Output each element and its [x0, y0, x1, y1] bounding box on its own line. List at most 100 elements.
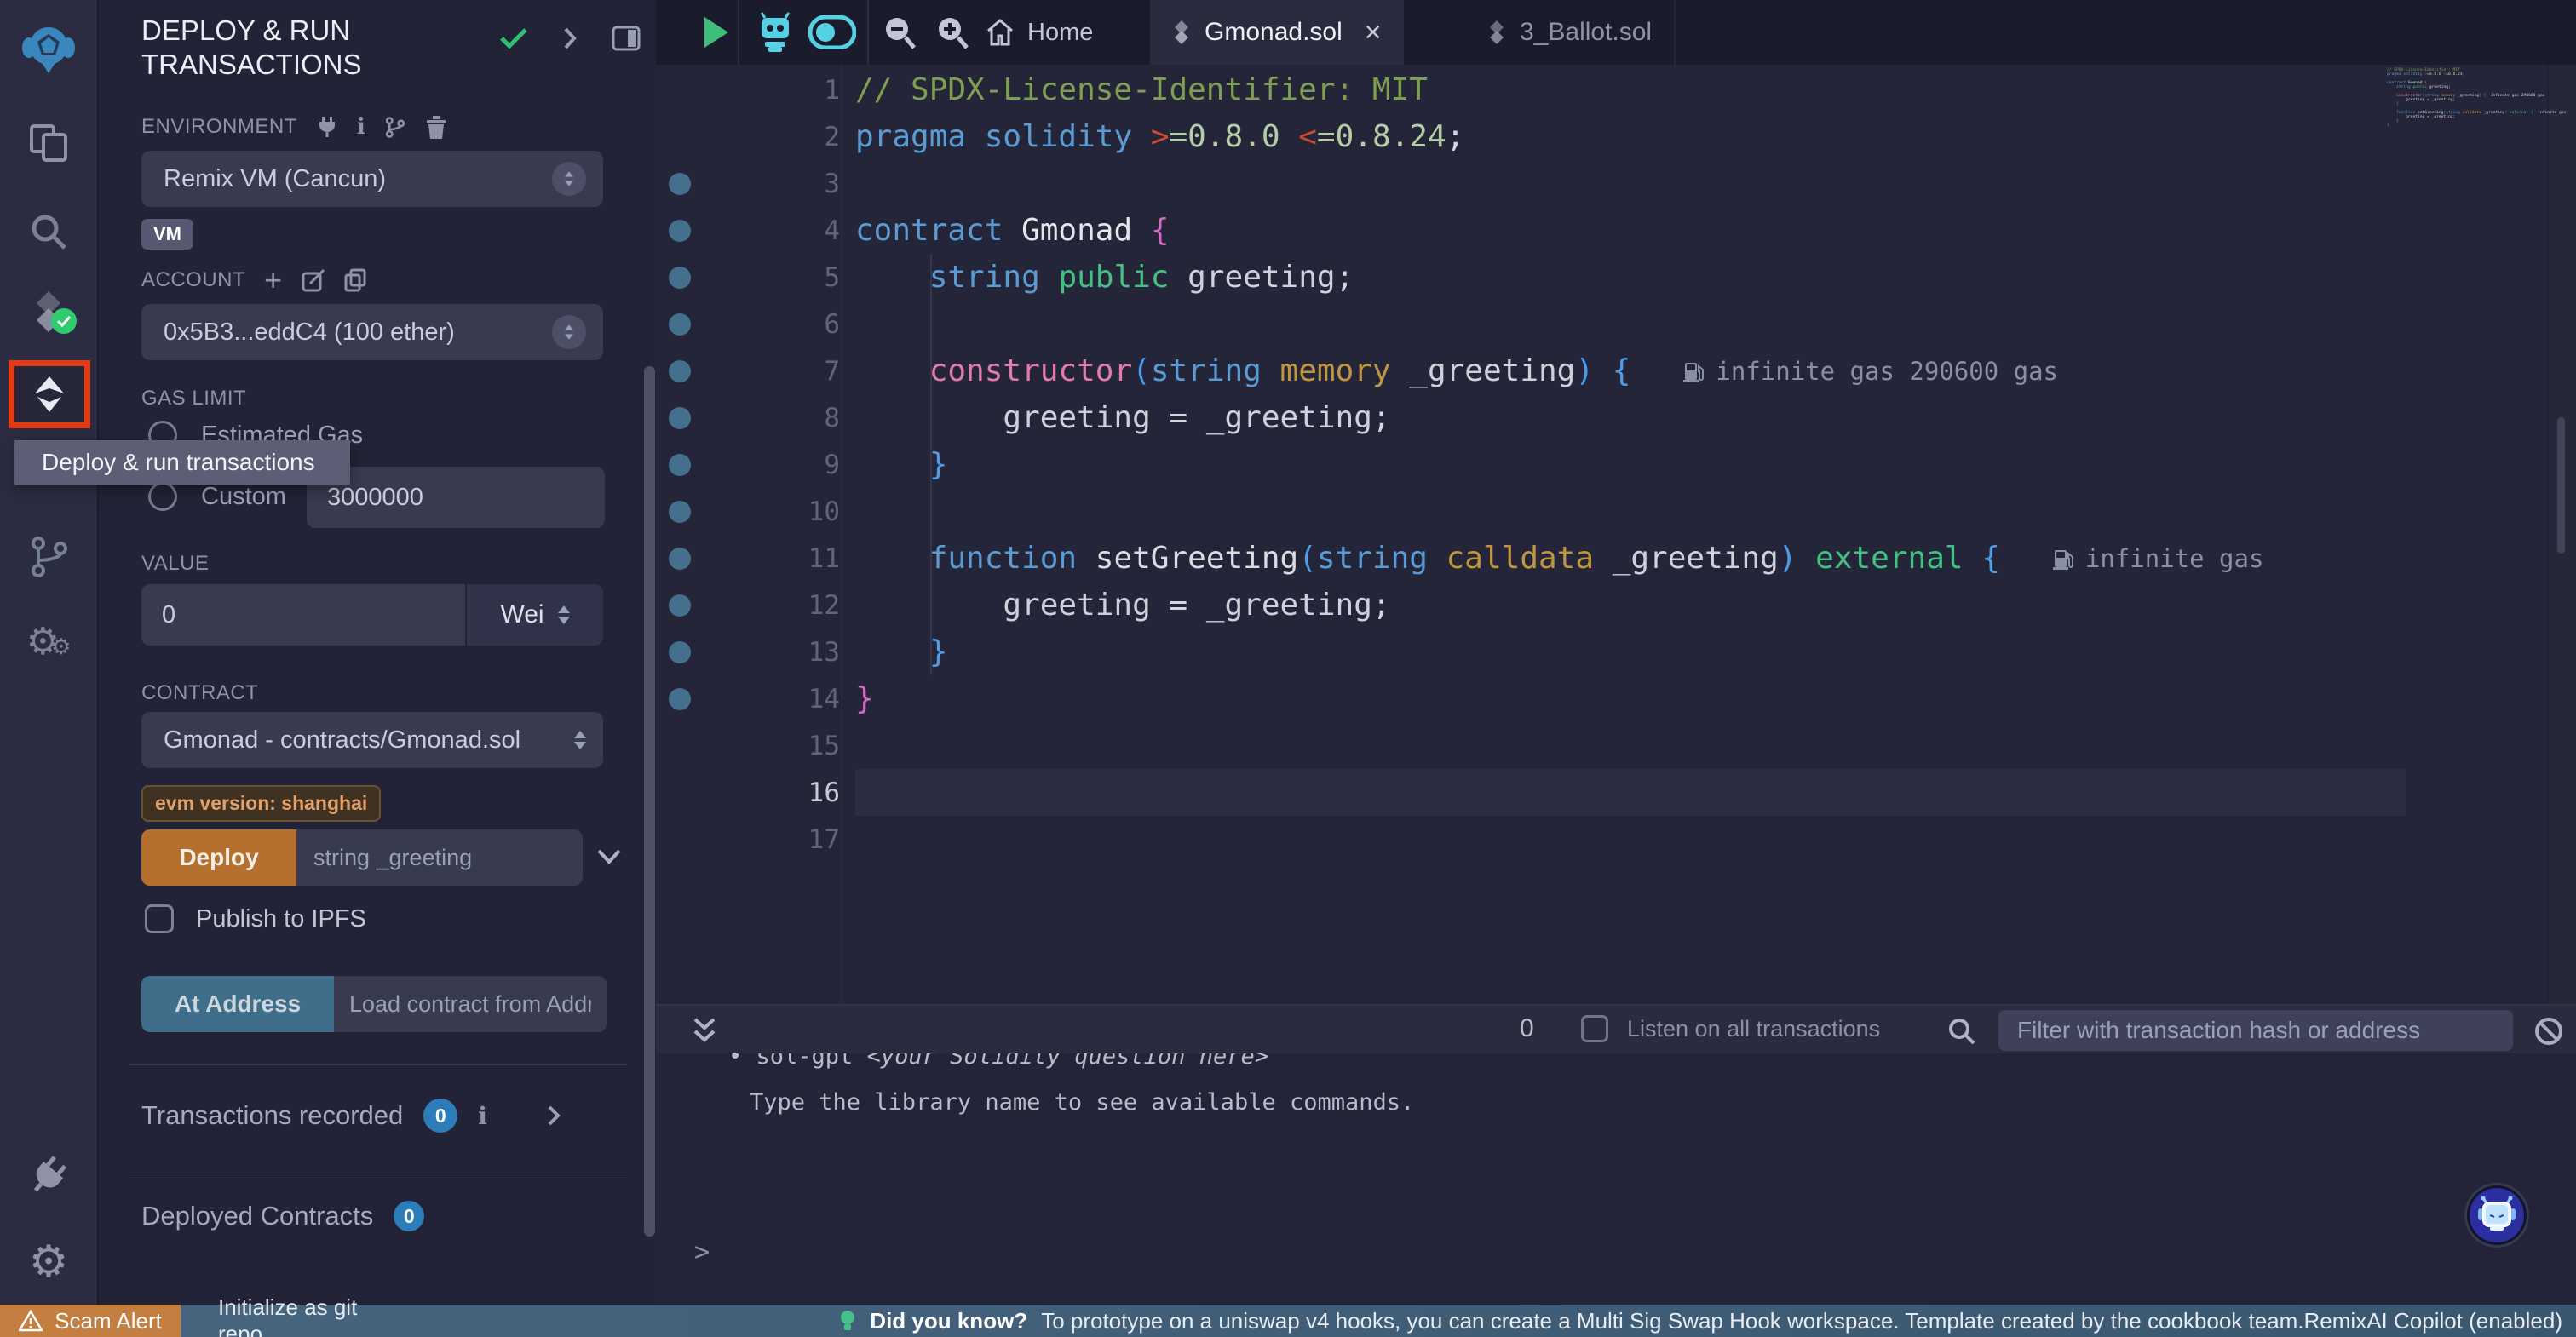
- code-line[interactable]: 8 greeting = _greeting;: [656, 394, 2576, 441]
- code-line[interactable]: 14}: [656, 675, 2576, 722]
- code-line[interactable]: 16: [656, 769, 2576, 816]
- gutter-cell[interactable]: [656, 313, 704, 336]
- gutter-cell[interactable]: [656, 501, 704, 523]
- editor-scrollbar[interactable]: [2557, 417, 2565, 554]
- unit-stepper-icon[interactable]: [558, 605, 570, 624]
- code-line[interactable]: 11 function setGreeting(string calldata …: [656, 535, 2576, 582]
- custom-gas-input[interactable]: [307, 467, 605, 528]
- transactions-info-icon[interactable]: i: [478, 1102, 487, 1130]
- trash-icon[interactable]: [425, 114, 447, 140]
- fork-icon[interactable]: [384, 115, 406, 139]
- custom-gas-radio[interactable]: [148, 482, 177, 511]
- remix-logo[interactable]: [0, 24, 97, 75]
- transactions-recorded-row[interactable]: Transactions recorded 0 i: [141, 1099, 561, 1133]
- filter-input[interactable]: [1998, 1010, 2513, 1051]
- at-address-input[interactable]: [334, 976, 607, 1032]
- git-init-label[interactable]: Initialize as git repo: [218, 1294, 362, 1337]
- terminal-prompt[interactable]: >: [694, 1237, 710, 1267]
- gutter-cell[interactable]: [656, 173, 704, 195]
- code-line[interactable]: 3: [656, 160, 2576, 207]
- panel-scrollbar[interactable]: [644, 366, 655, 1237]
- add-account-icon[interactable]: +: [264, 270, 283, 290]
- contract-select[interactable]: Gmonad - contracts/Gmonad.sol: [141, 712, 603, 768]
- listen-checkbox[interactable]: [1581, 1015, 1608, 1042]
- gutter-cell[interactable]: [656, 454, 704, 476]
- search-icon: [26, 209, 71, 254]
- code-line[interactable]: 12 greeting = _greeting;: [656, 582, 2576, 628]
- value-label: VALUE: [141, 552, 209, 576]
- sidebar-item-git[interactable]: [0, 535, 97, 579]
- sign-message-icon[interactable]: [302, 268, 325, 292]
- deploy-expand-chevron-icon[interactable]: [596, 848, 622, 865]
- evm-version-badge: evm version: shanghai: [141, 785, 381, 822]
- environment-select[interactable]: Remix VM (Cancun): [141, 151, 603, 207]
- scam-alert[interactable]: Scam Alert: [0, 1305, 181, 1337]
- gutter-cell[interactable]: [656, 688, 704, 710]
- code-line[interactable]: 10: [656, 488, 2576, 535]
- panel-layout-icon[interactable]: [612, 26, 641, 51]
- gutter-cell[interactable]: [656, 594, 704, 617]
- terminal-command-arg: <your Solidity question here>: [867, 1053, 1268, 1070]
- code-line[interactable]: 1// SPDX-License-Identifier: MIT: [656, 66, 2576, 113]
- terminal-output[interactable]: • sol-gpt <your Solidity question here> …: [656, 1053, 2576, 1305]
- publish-ipfs-row[interactable]: Publish to IPFS: [145, 904, 366, 933]
- terminal-toolbar: 0 Listen on all transactions: [656, 1004, 2576, 1053]
- constructor-param-input[interactable]: [296, 829, 583, 886]
- sidebar-item-deploy-run[interactable]: [9, 360, 90, 428]
- terminal-collapse-icon[interactable]: [692, 1016, 717, 1045]
- at-address-button[interactable]: At Address: [141, 976, 334, 1032]
- panel-collapse-chevron-icon[interactable]: [562, 26, 578, 51]
- ai-assistant-toggle-robot[interactable]: [748, 0, 802, 65]
- sidebar-item-plugin-manager[interactable]: [0, 1155, 97, 1199]
- deployed-contracts-row[interactable]: Deployed Contracts 0: [141, 1201, 424, 1231]
- code-line[interactable]: 13 }: [656, 628, 2576, 675]
- transactions-count-badge: 0: [423, 1099, 457, 1133]
- gutter-cell[interactable]: [656, 267, 704, 289]
- code-line[interactable]: 5 string public greeting;: [656, 254, 2576, 301]
- sidebar-item-search[interactable]: [0, 209, 97, 254]
- sidebar-item-file-explorer[interactable]: [0, 121, 97, 165]
- code-line[interactable]: 4contract Gmonad {: [656, 207, 2576, 254]
- code-line[interactable]: 7 constructor(string memory _greeting) {…: [656, 347, 2576, 394]
- tab-close-icon[interactable]: ×: [1365, 16, 1382, 49]
- account-select[interactable]: 0x5B3...eddC4 (100 ether): [141, 304, 603, 360]
- copy-address-icon[interactable]: [344, 268, 366, 292]
- zoom-in-button[interactable]: [927, 0, 978, 65]
- gutter-cell[interactable]: [656, 360, 704, 382]
- tab-ballot[interactable]: 3_Ballot.sol: [1465, 0, 1676, 65]
- gutter-cell[interactable]: [656, 548, 704, 570]
- custom-gas-row[interactable]: Custom: [148, 482, 286, 511]
- value-input[interactable]: [141, 584, 465, 646]
- home-tab[interactable]: Home: [985, 0, 1093, 65]
- code-line[interactable]: 6: [656, 301, 2576, 347]
- remixai-assistant-button[interactable]: [2467, 1185, 2527, 1245]
- value-unit-select[interactable]: Wei: [467, 584, 603, 646]
- code-editor[interactable]: 1// SPDX-License-Identifier: MIT2pragma …: [656, 65, 2576, 1069]
- sidebar-item-unit-testing[interactable]: ⚙⚙: [0, 620, 97, 663]
- code-text: [855, 769, 2406, 816]
- clear-console-icon[interactable]: [2533, 1016, 2564, 1047]
- transaction-count: 0: [1520, 1014, 1534, 1043]
- code-line[interactable]: 15: [656, 722, 2576, 769]
- copilot-toggle[interactable]: [802, 0, 862, 65]
- plug-small-icon[interactable]: [316, 115, 338, 139]
- code-line[interactable]: 9 }: [656, 441, 2576, 488]
- gutter-cell[interactable]: [656, 220, 704, 242]
- deploy-button[interactable]: Deploy: [141, 829, 296, 886]
- transactions-expand-chevron-icon[interactable]: [547, 1105, 561, 1127]
- publish-ipfs-checkbox[interactable]: [145, 904, 174, 933]
- listen-row[interactable]: Listen on all transactions: [1581, 1015, 1880, 1042]
- run-script-button[interactable]: [681, 0, 750, 65]
- code-line[interactable]: 2pragma solidity >=0.8.0 <=0.8.24;: [656, 113, 2576, 160]
- gutter-cell[interactable]: [656, 641, 704, 663]
- sidebar-item-solidity-compiler[interactable]: [0, 290, 97, 337]
- code-line[interactable]: 17: [656, 816, 2576, 863]
- line-number: 13: [704, 637, 840, 668]
- tab-gmonad[interactable]: Gmonad.sol ×: [1150, 0, 1404, 65]
- gutter-cell[interactable]: [656, 407, 704, 429]
- minimap[interactable]: // SPDX-License-Identifier: MITpragma so…: [2387, 68, 2540, 141]
- sidebar-item-settings[interactable]: ⚙: [0, 1237, 97, 1288]
- zoom-out-button[interactable]: [874, 0, 925, 65]
- environment-info-icon[interactable]: i: [357, 114, 365, 140]
- select-arrows-icon: [552, 315, 586, 349]
